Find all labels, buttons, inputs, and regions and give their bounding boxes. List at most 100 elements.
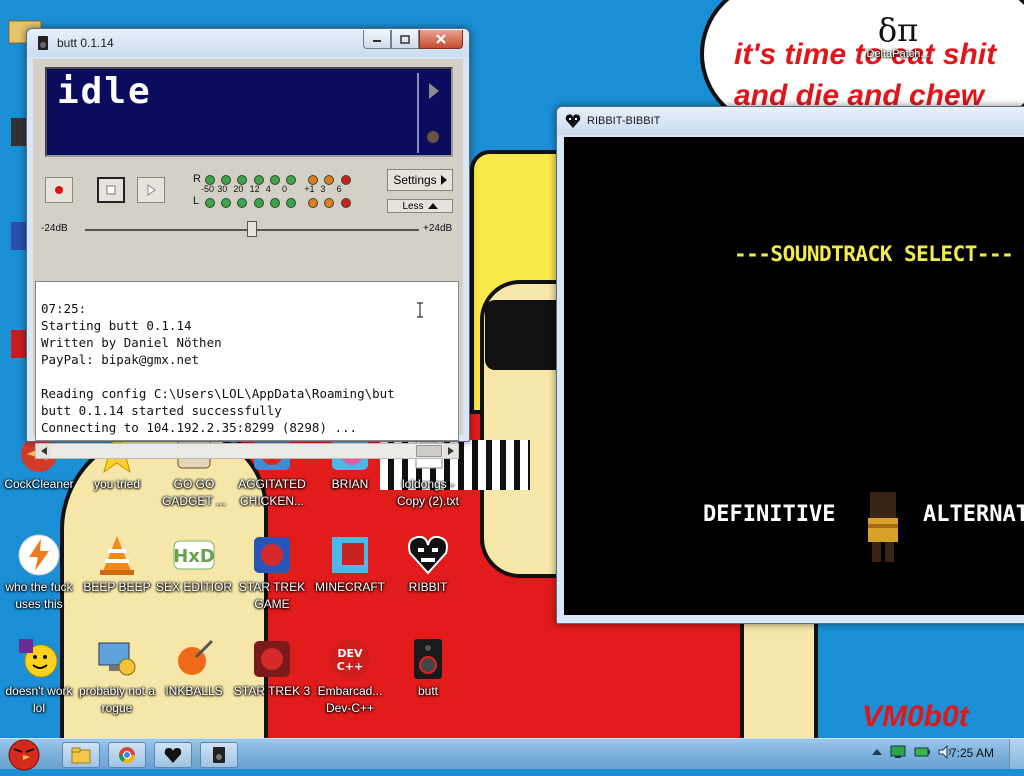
vu-scale-label: 3 <box>320 184 326 194</box>
desktop-icon-label: you tried <box>93 477 141 491</box>
vu-right-label: R <box>193 173 201 185</box>
vu-scale-label: 6 <box>336 184 342 194</box>
settings-button[interactable]: Settings <box>387 169 453 191</box>
desktop-icon-label: Embarcad... Dev-C++ <box>317 684 383 715</box>
stop-button[interactable] <box>97 177 125 203</box>
wallpaper-signature: VM0b0t <box>862 700 969 733</box>
player-character-sprite <box>868 492 898 562</box>
taskbar-butt[interactable] <box>200 742 238 768</box>
desktop-icon-star-trek-game[interactable]: STAR TREK GAME <box>233 533 311 613</box>
scroll-thumb[interactable] <box>416 445 442 457</box>
show-desktop-button[interactable] <box>1009 739 1024 769</box>
ribbit-titlebar[interactable]: RIBBIT-BIBBIT <box>557 107 1024 135</box>
game-canvas[interactable]: ---SOUNDTRACK SELECT--- DEFINITIVE ALTER… <box>564 137 1024 615</box>
soundtrack-select-heading: ---SOUNDTRACK SELECT--- <box>734 242 1014 266</box>
ribbit-window[interactable]: RIBBIT-BIBBIT ---SOUNDTRACK SELECT--- DE… <box>556 106 1024 624</box>
desktop-icon-probably-not-rogue[interactable]: probably not a rogue <box>78 637 156 717</box>
vu-led <box>340 175 351 185</box>
log-horizontal-scrollbar[interactable] <box>35 443 459 459</box>
desktop-icon-label: SEX EDITIOR <box>155 580 232 594</box>
vu-led <box>221 198 232 208</box>
desktop-icon-aggitated-chicken[interactable]: AGGITATED CHICKEN... <box>233 430 311 510</box>
gain-slider-thumb[interactable] <box>247 221 257 237</box>
close-button[interactable] <box>419 30 463 49</box>
network-icon[interactable] <box>890 745 906 759</box>
scroll-left-button[interactable] <box>36 444 51 458</box>
show-hidden-icons-icon[interactable] <box>872 748 882 756</box>
play-indicator-icon <box>429 83 439 99</box>
option-definitive[interactable]: DEFINITIVE <box>703 502 835 527</box>
desktop-icon-label: MINECRAFT <box>315 580 385 594</box>
maximize-button[interactable] <box>391 30 419 49</box>
desktop-icon-loldongs[interactable]: loldongs - Copy (2).txt <box>389 430 467 510</box>
svg-text:DEV: DEV <box>337 647 363 660</box>
speaker-icon <box>406 637 450 681</box>
speaker-icon <box>38 36 48 50</box>
start-button[interactable] <box>2 733 46 771</box>
record-button[interactable] <box>45 177 73 203</box>
desktop-icon-label: INKBALLS <box>165 684 223 698</box>
lightning-icon <box>17 533 61 577</box>
desktop-icon-label: BEEP BEEP <box>83 580 151 594</box>
window-title: butt 0.1.14 <box>57 36 114 50</box>
vu-led <box>221 175 232 185</box>
play-icon <box>147 184 156 196</box>
taskbar-chrome[interactable] <box>108 742 146 768</box>
desktop-icon-butt[interactable]: butt <box>389 637 467 700</box>
desktop-icon-doesnt-work[interactable]: doesn't work lol <box>0 637 78 717</box>
vu-scale-label: 4 <box>265 184 271 194</box>
vu-led <box>286 175 296 185</box>
star-wars-game-icon <box>250 533 294 577</box>
status-display: idle <box>45 67 453 157</box>
vu-scale-label: -50 <box>201 184 215 194</box>
desktop-icon-star-trek-3[interactable]: STAR TREK 3 <box>233 637 311 700</box>
desktop-icon-inkballs[interactable]: INKBALLS <box>155 637 233 700</box>
desktop-icon-go-go-gadget[interactable]: GO GO GADGET ... <box>155 430 233 510</box>
chevron-left-icon <box>40 447 47 455</box>
heart-face-icon <box>565 114 581 128</box>
settings-label: Settings <box>393 173 437 187</box>
desktop-icon-ribbit[interactable]: RIBBIT <box>389 533 467 596</box>
vu-scale-label: 0 <box>282 184 288 194</box>
desktop-icon-dev-cpp[interactable]: DEV C++ Embarcad... Dev-C++ <box>311 637 389 717</box>
play-button[interactable] <box>137 177 165 203</box>
desktop-icon-sex-editior[interactable]: HxD SEX EDITIOR <box>155 533 233 596</box>
vu-scale-label: 20 <box>233 184 244 194</box>
desktop-icon-beep-beep[interactable]: BEEP BEEP <box>78 533 156 596</box>
angry-bird-start-icon <box>8 739 40 771</box>
option-alternative[interactable]: ALTERNATIVE <box>923 502 1024 527</box>
log-line: 07:25: <box>41 301 87 316</box>
butt-body: idle R L -50 30 20 12 4 0 +1 3 6 Settings Less -… <box>33 59 463 459</box>
maximize-icon <box>400 34 410 44</box>
taskbar: 7:25 AM <box>0 738 1024 771</box>
desktop-icon-label: AGGITATED CHICKEN... <box>238 477 306 508</box>
system-tray <box>872 745 954 759</box>
yahoo-messenger-icon <box>17 637 61 681</box>
desktop-icon-minecraft[interactable]: MINECRAFT <box>311 533 389 596</box>
vu-led <box>308 198 319 208</box>
close-icon <box>436 34 446 44</box>
window-title: RIBBIT-BIBBIT <box>587 115 661 127</box>
butt-window[interactable]: butt 0.1.14 idle R L -50 30 20 12 4 0 +1… <box>26 28 470 459</box>
vu-left-label: L <box>193 195 200 207</box>
less-button[interactable]: Less <box>387 199 453 213</box>
log-output[interactable]: 07:25: Starting butt 0.1.14 Written by D… <box>35 281 459 441</box>
minimize-button[interactable] <box>363 30 391 49</box>
butt-titlebar[interactable]: butt 0.1.14 <box>27 29 469 57</box>
record-indicator-icon <box>427 131 439 143</box>
desktop-icon-who-uses-this[interactable]: who the fuck uses this <box>0 533 78 613</box>
minecraft-icon <box>328 533 372 577</box>
speaker-icon <box>213 747 225 763</box>
status-text: idle <box>57 71 152 112</box>
heart-face-icon <box>406 533 450 577</box>
desktop-icon-label: butt <box>417 684 438 698</box>
taskbar-explorer[interactable] <box>62 742 100 768</box>
clock[interactable]: 7:25 AM <box>950 746 994 760</box>
taskbar-ribbit[interactable] <box>154 742 192 768</box>
deltapatch-shortcut[interactable]: δπ DeltaPatch... <box>858 12 938 60</box>
battery-icon[interactable] <box>914 745 930 759</box>
vu-led <box>340 198 351 208</box>
scroll-right-button[interactable] <box>443 444 458 458</box>
desktop-icon-label: STAR TREK 3 <box>233 684 311 698</box>
desktop-icon-label: probably not a rogue <box>78 684 156 715</box>
